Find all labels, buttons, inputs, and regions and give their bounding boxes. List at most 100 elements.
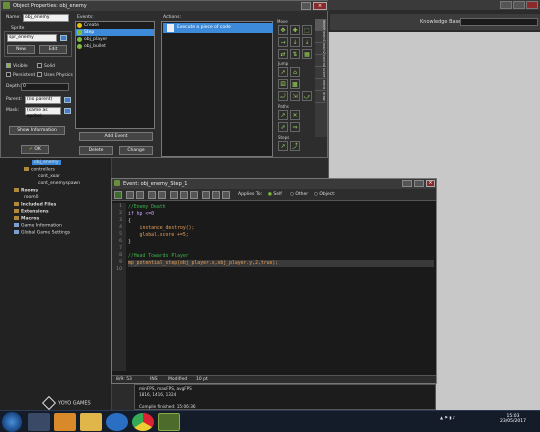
name-input[interactable]: obj_enemy xyxy=(23,14,69,22)
ok-button[interactable]: ✔ OK xyxy=(21,145,49,154)
tree-item-rooms[interactable]: Rooms xyxy=(14,188,38,194)
mask-picker-icon[interactable] xyxy=(64,108,71,114)
depth-input[interactable]: 0 xyxy=(21,83,69,91)
speed-vertical-icon[interactable]: ↓ xyxy=(290,37,300,47)
palette-tab-draw[interactable]: draw xyxy=(315,91,326,103)
palette-tab-main2[interactable]: main2 xyxy=(315,43,326,55)
move-contact-icon[interactable]: ⇲ xyxy=(290,91,300,101)
friction-icon[interactable]: ▦ xyxy=(302,49,312,59)
sprite-picker-icon[interactable] xyxy=(60,35,67,41)
event-collision-obj-player[interactable]: obj_player xyxy=(76,36,154,43)
events-list: Create Step obj_player obj_bullet xyxy=(75,21,155,129)
applies-other-radio[interactable]: ○ Other xyxy=(290,192,308,197)
move-towards-icon[interactable]: ⬚ xyxy=(302,25,312,35)
action-execute-code[interactable]: Execute a piece of code xyxy=(163,23,273,33)
paste-icon[interactable] xyxy=(190,191,198,199)
jump-start-icon[interactable]: ⌂ xyxy=(290,67,300,77)
jump-random-icon[interactable]: ⚄ xyxy=(278,79,288,89)
applies-object-radio[interactable]: ○ Object: xyxy=(314,192,336,197)
start-button[interactable] xyxy=(2,412,22,432)
persistent-checkbox[interactable]: Persistent xyxy=(6,72,35,78)
cut-icon[interactable] xyxy=(170,191,178,199)
visible-checkbox[interactable]: Visible xyxy=(6,63,28,69)
save-icon[interactable] xyxy=(114,191,122,199)
event-collision-obj-bullet[interactable]: obj_bullet xyxy=(76,43,154,50)
maximize-button[interactable] xyxy=(414,180,424,187)
set-path-icon[interactable]: ↗ xyxy=(278,110,288,120)
wrap-screen-icon[interactable]: ⤾ xyxy=(278,91,288,101)
chrome-icon[interactable] xyxy=(132,413,154,431)
code-text-area[interactable]: //Enemy Death if hp <=0 { instance_destr… xyxy=(126,203,436,371)
tree-item-cont-enemyspawn[interactable]: cont_enemyspawn xyxy=(38,181,80,186)
code-line: instance_destroy(); xyxy=(128,226,195,231)
tree-item-extensions[interactable]: Extensions xyxy=(14,209,49,215)
tree-item-room0[interactable]: room0 xyxy=(24,195,39,200)
applies-self-radio[interactable]: ● Self xyxy=(268,192,282,197)
end-path-icon[interactable]: ✕ xyxy=(290,110,300,120)
speed-horizontal-icon[interactable]: → xyxy=(278,37,288,47)
tree-item-cont-xoar[interactable]: cont_xoar xyxy=(38,174,60,179)
tree-item-included-files[interactable]: Included Files xyxy=(14,202,56,208)
reverse-vertical-icon[interactable]: ⇅ xyxy=(290,49,300,59)
redo-icon[interactable] xyxy=(158,191,166,199)
open-icon[interactable] xyxy=(126,191,134,199)
palette-tab-move[interactable]: move xyxy=(315,19,326,31)
edit-sprite-button[interactable]: Edit xyxy=(39,45,67,54)
parent-input[interactable]: (no parent) xyxy=(25,96,61,104)
jump-position-icon[interactable]: ↗ xyxy=(278,67,288,77)
gamemaker-icon[interactable] xyxy=(158,413,180,431)
palette-tab-score[interactable]: score xyxy=(315,67,326,79)
copy-icon[interactable] xyxy=(180,191,188,199)
step-towards-icon[interactable]: ↗ xyxy=(278,141,288,151)
add-event-button[interactable]: Add Event xyxy=(79,132,153,141)
close-icon[interactable]: × xyxy=(426,180,435,187)
move-fixed-icon[interactable]: ✥ xyxy=(278,25,288,35)
change-event-button[interactable]: Change xyxy=(119,146,153,155)
close-button[interactable] xyxy=(526,1,538,9)
tree-item-obj-enemy[interactable]: obj_enemy xyxy=(32,160,61,165)
clock[interactable]: 15:03 23/05/2017 xyxy=(500,414,526,424)
system-tray[interactable]: ▲ ⚑ ▮ ♪ xyxy=(440,415,455,420)
explorer-icon[interactable] xyxy=(28,413,50,431)
reverse-horizontal-icon[interactable]: ⇄ xyxy=(278,49,288,59)
mask-input[interactable]: (same as sprite) xyxy=(25,107,61,119)
print-icon[interactable] xyxy=(136,191,144,199)
new-sprite-button[interactable]: New xyxy=(7,45,35,54)
undo-icon[interactable] xyxy=(148,191,156,199)
gravity-icon[interactable]: ⇣ xyxy=(302,37,312,47)
event-create[interactable]: Create xyxy=(76,22,154,29)
event-step[interactable]: Step xyxy=(76,29,154,36)
align-grid-icon[interactable]: ▩ xyxy=(290,79,300,89)
replace-icon[interactable] xyxy=(212,191,220,199)
tree-item-game-information[interactable]: Game Information xyxy=(14,223,62,229)
knowledge-base-input[interactable] xyxy=(460,18,538,26)
find-icon[interactable] xyxy=(202,191,210,199)
delete-event-button[interactable]: Delete xyxy=(79,146,113,155)
media-player-icon[interactable] xyxy=(54,413,76,431)
tree-item-controllers[interactable]: controllers xyxy=(24,167,55,173)
palette-tab-control[interactable]: control xyxy=(315,55,326,67)
minimize-button[interactable] xyxy=(500,1,512,9)
bounce-icon[interactable]: ⤻ xyxy=(302,91,312,101)
tree-item-macros[interactable]: Macros xyxy=(14,216,39,222)
path-position-icon[interactable]: ⇗ xyxy=(278,122,288,132)
show-information-button[interactable]: Show Information xyxy=(9,126,65,135)
palette-tab-extra[interactable]: extra xyxy=(315,79,326,91)
uses-physics-checkbox[interactable]: Uses Physics xyxy=(37,72,73,78)
path-speed-icon[interactable]: ⇒ xyxy=(290,122,300,132)
tree-item-global-game-settings[interactable]: Global Game Settings xyxy=(14,230,70,236)
move-free-icon[interactable]: ✚ xyxy=(290,25,300,35)
close-icon[interactable]: × xyxy=(313,2,327,10)
palette-tab-main1[interactable]: main1 xyxy=(315,31,326,43)
maximize-button[interactable] xyxy=(301,2,311,10)
folder-icon xyxy=(14,188,19,192)
solid-checkbox[interactable]: Solid xyxy=(37,63,55,69)
goto-icon[interactable] xyxy=(222,191,230,199)
step-avoiding-icon[interactable]: ⤴ xyxy=(290,141,300,151)
parent-picker-icon[interactable] xyxy=(64,97,71,103)
maximize-button[interactable] xyxy=(513,1,525,9)
minimize-button[interactable] xyxy=(402,180,412,187)
file-explorer-icon[interactable] xyxy=(80,413,102,431)
internet-explorer-icon[interactable] xyxy=(106,413,128,431)
sprite-input[interactable]: spr_enemy xyxy=(7,34,57,42)
